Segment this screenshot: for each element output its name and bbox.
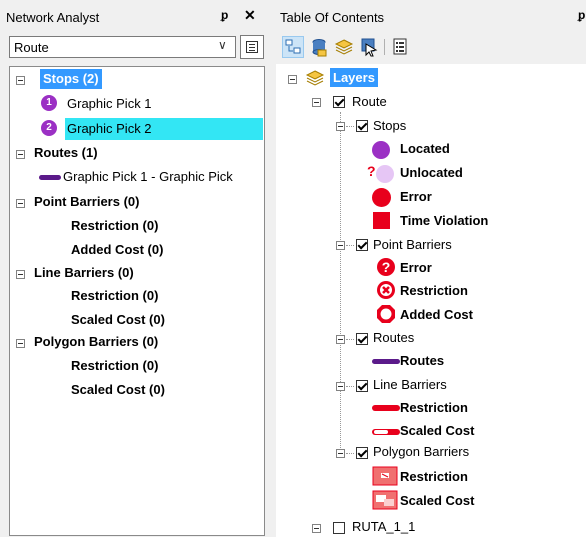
line-barriers-visibility-checkbox[interactable] — [356, 380, 368, 392]
stops-visibility-checkbox[interactable] — [356, 120, 368, 132]
polygon-scaled-cost-symbol — [372, 490, 398, 510]
line-restriction-symbol — [372, 405, 400, 411]
stop-number-badge: 1 — [41, 95, 57, 111]
unlocated-question-icon: ? — [367, 163, 376, 179]
network-analyst-tree[interactable]: Stops (2) 1 Graphic Pick 1 2 Graphic Pic… — [9, 66, 265, 536]
tree-item-polygon-barriers[interactable]: Polygon Barriers (0) — [34, 334, 158, 349]
tree-item-line-barriers-layer[interactable]: Line Barriers — [373, 377, 447, 392]
legend-located: Located — [400, 141, 450, 156]
network-analyst-titlebar: Network Analyst ᵱ ✕ — [0, 0, 270, 34]
tree-item-routes-layer[interactable]: Routes — [373, 330, 414, 345]
tree-item-point-barriers[interactable]: Point Barriers (0) — [34, 194, 139, 209]
svg-text:?: ? — [382, 259, 391, 275]
tree-item-ruta-layer[interactable]: RUTA_1_1 — [352, 519, 415, 534]
point-barriers-visibility-checkbox[interactable] — [356, 239, 368, 251]
layers-icon — [305, 70, 325, 86]
tree-item-polygon-barriers-layer[interactable]: Polygon Barriers — [373, 444, 469, 459]
legend-point-error: Error — [400, 260, 432, 275]
collapse-icon[interactable] — [336, 335, 345, 344]
panel-title: Network Analyst — [6, 10, 100, 25]
collapse-icon[interactable] — [336, 382, 345, 391]
tree-connector — [346, 453, 354, 454]
time-violation-symbol — [373, 212, 390, 229]
list-by-visibility-icon[interactable] — [333, 36, 355, 58]
tree-connector — [346, 245, 354, 246]
legend-line-scaled-cost: Scaled Cost — [400, 423, 475, 438]
route-line-symbol — [372, 359, 400, 364]
properties-icon — [246, 41, 258, 53]
tree-connector — [346, 339, 354, 340]
layer-select-dropdown[interactable]: Route ∨ — [9, 36, 236, 58]
tree-item-polygon-restriction[interactable]: Restriction (0) — [71, 358, 158, 373]
tree-item-stops[interactable]: Stops (2) — [43, 71, 99, 86]
tree-item-point-restriction[interactable]: Restriction (0) — [71, 218, 158, 233]
tree-item-line-scaled-cost[interactable]: Scaled Cost (0) — [71, 312, 165, 327]
collapse-icon[interactable] — [336, 241, 345, 250]
legend-polygon-scaled-cost: Scaled Cost — [400, 493, 475, 508]
tree-item-point-barriers-layer[interactable]: Point Barriers — [373, 237, 452, 252]
tree-item-polygon-scaled-cost[interactable]: Scaled Cost (0) — [71, 382, 165, 397]
tree-item-layers[interactable]: Layers — [333, 70, 375, 85]
collapse-icon[interactable] — [16, 150, 25, 159]
tree-item-stop[interactable]: Graphic Pick 2 — [67, 121, 152, 136]
tree-item-route-layer[interactable]: Route — [352, 94, 387, 109]
panel-title: Table Of Contents — [280, 10, 385, 25]
legend-unlocated: Unlocated — [400, 165, 463, 180]
ruta-visibility-checkbox[interactable] — [333, 522, 345, 534]
list-by-selection-icon[interactable] — [358, 36, 380, 58]
line-scaled-cost-symbol — [372, 429, 400, 435]
collapse-icon[interactable] — [336, 122, 345, 131]
tree-item-stops-layer[interactable]: Stops — [373, 118, 406, 133]
added-cost-octagon-icon — [377, 305, 395, 323]
layer-select-value: Route — [14, 40, 49, 55]
tree-connector — [346, 386, 354, 387]
restriction-x-icon — [377, 281, 395, 299]
tree-item-route[interactable]: Graphic Pick 1 - Graphic Pick — [63, 169, 233, 184]
polygon-restriction-symbol — [372, 466, 398, 486]
legend-polygon-restriction: Restriction — [400, 469, 468, 484]
collapse-icon[interactable] — [312, 524, 321, 533]
legend-line-restriction: Restriction — [400, 400, 468, 415]
route-line-symbol — [39, 175, 61, 180]
tree-item-stop[interactable]: Graphic Pick 1 — [67, 96, 152, 111]
collapse-icon[interactable] — [288, 75, 297, 84]
error-symbol — [372, 188, 391, 207]
tree-item-line-restriction[interactable]: Restriction (0) — [71, 288, 158, 303]
located-symbol — [372, 141, 390, 159]
table-of-contents-panel: Table Of Contents ᵱ Layers Route Stops L… — [276, 0, 586, 537]
layer-properties-button[interactable] — [240, 35, 264, 59]
unlocated-symbol — [376, 165, 394, 183]
collapse-icon[interactable] — [16, 76, 25, 85]
routes-visibility-checkbox[interactable] — [356, 333, 368, 345]
polygon-barriers-visibility-checkbox[interactable] — [356, 447, 368, 459]
tree-item-point-added-cost[interactable]: Added Cost (0) — [71, 242, 163, 257]
pin-icon[interactable]: ᵱ — [221, 8, 228, 22]
stop-number-badge: 2 — [41, 120, 57, 136]
collapse-icon[interactable] — [16, 339, 25, 348]
chevron-down-icon: ∨ — [218, 38, 227, 52]
legend-point-added-cost: Added Cost — [400, 307, 473, 322]
route-visibility-checkbox[interactable] — [333, 96, 345, 108]
tree-connector — [340, 112, 341, 450]
legend-time-violation: Time Violation — [400, 213, 489, 228]
toolbar-separator — [384, 39, 385, 55]
list-by-source-icon[interactable] — [308, 36, 330, 58]
legend-error: Error — [400, 189, 432, 204]
close-icon[interactable]: ✕ — [244, 7, 256, 24]
tree-item-routes[interactable]: Routes (1) — [34, 145, 98, 160]
collapse-icon[interactable] — [16, 199, 25, 208]
network-analyst-panel: Network Analyst ᵱ ✕ Route ∨ Stops (2) 1 … — [0, 0, 270, 537]
pin-icon[interactable]: ᵱ — [578, 8, 585, 22]
collapse-icon[interactable] — [312, 98, 321, 107]
list-by-drawing-order-icon[interactable] — [282, 36, 304, 58]
options-icon[interactable] — [389, 36, 411, 58]
collapse-icon[interactable] — [16, 270, 25, 279]
error-question-icon: ? — [377, 258, 395, 276]
tree-item-line-barriers[interactable]: Line Barriers (0) — [34, 265, 134, 280]
legend-point-restriction: Restriction — [400, 283, 468, 298]
collapse-icon[interactable] — [336, 449, 345, 458]
table-of-contents-tree[interactable]: Layers Route Stops Located ? Unlocated E… — [276, 64, 586, 537]
legend-routes: Routes — [400, 353, 445, 368]
tree-connector — [346, 126, 354, 127]
